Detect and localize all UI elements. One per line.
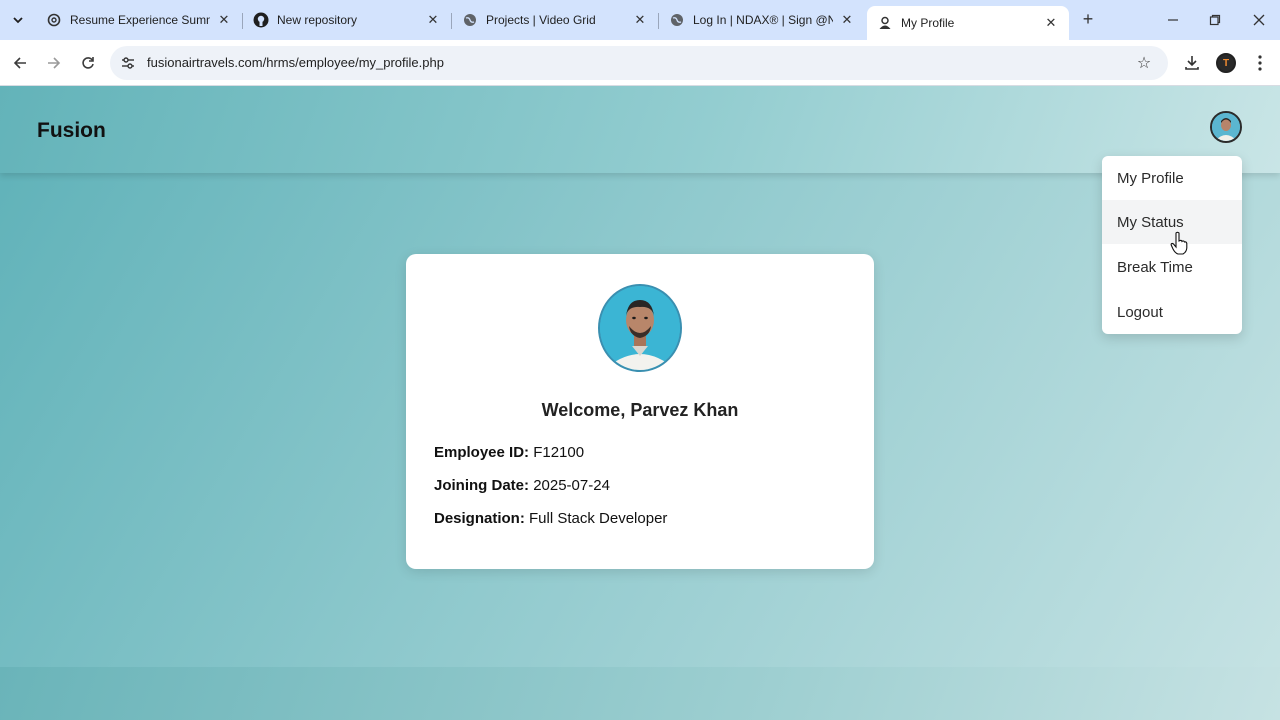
url-text: fusionairtravels.com/hrms/employee/my_pr… xyxy=(147,55,444,70)
tab-my-profile[interactable]: My Profile ✕ xyxy=(867,6,1069,40)
new-tab-plus-icon[interactable]: + xyxy=(1078,9,1098,29)
designation-row: Designation: Full Stack Developer xyxy=(434,510,667,527)
browser-menu-kebab-icon[interactable] xyxy=(1248,51,1272,75)
close-tab-icon[interactable]: ✕ xyxy=(632,12,648,28)
close-tab-icon[interactable]: ✕ xyxy=(839,12,855,28)
designation-value: Full Stack Developer xyxy=(529,510,668,527)
tab-title: My Profile xyxy=(901,16,955,30)
tab-video-grid[interactable]: Projects | Video Grid ✕ xyxy=(452,6,659,34)
employee-id-label: Employee ID: xyxy=(434,444,530,461)
brand-logo-text[interactable]: Fusion xyxy=(37,119,106,143)
download-icon[interactable] xyxy=(1180,51,1204,75)
openai-icon xyxy=(46,12,62,28)
tab-title: New repository xyxy=(277,13,358,27)
user-photo-icon xyxy=(1212,113,1240,141)
tab-new-repository[interactable]: New repository ✕ xyxy=(243,6,452,34)
close-tab-icon[interactable]: ✕ xyxy=(1043,15,1059,31)
joining-date-value: 2025-07-24 xyxy=(533,477,610,494)
browser-profile-avatar[interactable]: T xyxy=(1214,51,1238,75)
site-footer xyxy=(0,667,1280,720)
designation-label: Designation: xyxy=(434,510,525,527)
bookmark-star-icon[interactable]: ☆ xyxy=(1134,53,1154,73)
menu-item-my-profile[interactable]: My Profile xyxy=(1102,156,1242,200)
person-icon xyxy=(877,15,893,31)
github-icon xyxy=(253,12,269,28)
close-tab-icon[interactable]: ✕ xyxy=(425,12,441,28)
globe-icon xyxy=(462,12,478,28)
reload-icon[interactable] xyxy=(76,51,100,75)
joining-date-row: Joining Date: 2025-07-24 xyxy=(434,477,610,494)
browser-toolbar: fusionairtravels.com/hrms/employee/my_pr… xyxy=(0,40,1280,86)
back-arrow-icon[interactable] xyxy=(8,51,32,75)
globe-icon xyxy=(669,12,685,28)
menu-item-logout[interactable]: Logout xyxy=(1102,290,1242,334)
browser-tab-strip: Resume Experience Summar ✕ New repositor… xyxy=(0,0,1280,40)
tab-resume[interactable]: Resume Experience Summar ✕ xyxy=(36,6,243,34)
person-photo-icon xyxy=(600,286,680,370)
profile-photo xyxy=(598,284,682,372)
restore-icon[interactable] xyxy=(1200,8,1230,32)
profile-initial: T xyxy=(1216,53,1236,73)
tab-title: Resume Experience Summar xyxy=(70,13,210,27)
employee-id-row: Employee ID: F12100 xyxy=(434,444,584,461)
window-close-icon[interactable] xyxy=(1244,8,1274,32)
page-content: Fusion My Profile My Status Break Time L… xyxy=(0,86,1280,720)
profile-card: Welcome, Parvez Khan Employee ID: F12100… xyxy=(406,254,874,569)
minimize-icon[interactable] xyxy=(1158,8,1188,32)
hand-pointer-cursor-icon xyxy=(1170,231,1188,255)
close-tab-icon[interactable]: ✕ xyxy=(216,12,232,28)
address-bar[interactable]: fusionairtravels.com/hrms/employee/my_pr… xyxy=(110,46,1168,80)
employee-id-value: F12100 xyxy=(533,444,585,461)
joining-date-label: Joining Date: xyxy=(434,477,530,494)
tab-ndax-login[interactable]: Log In | NDAX® | Sign @ND ✕ xyxy=(659,6,865,34)
user-avatar-button[interactable] xyxy=(1210,111,1242,143)
tab-title: Projects | Video Grid xyxy=(486,13,596,27)
site-header: Fusion xyxy=(0,86,1280,173)
forward-arrow-icon[interactable] xyxy=(42,51,66,75)
site-settings-icon[interactable] xyxy=(118,53,138,73)
tab-title: Log In | NDAX® | Sign @ND xyxy=(693,13,833,27)
tab-search-chevron-icon[interactable] xyxy=(6,8,30,32)
welcome-heading: Welcome, Parvez Khan xyxy=(541,400,739,420)
